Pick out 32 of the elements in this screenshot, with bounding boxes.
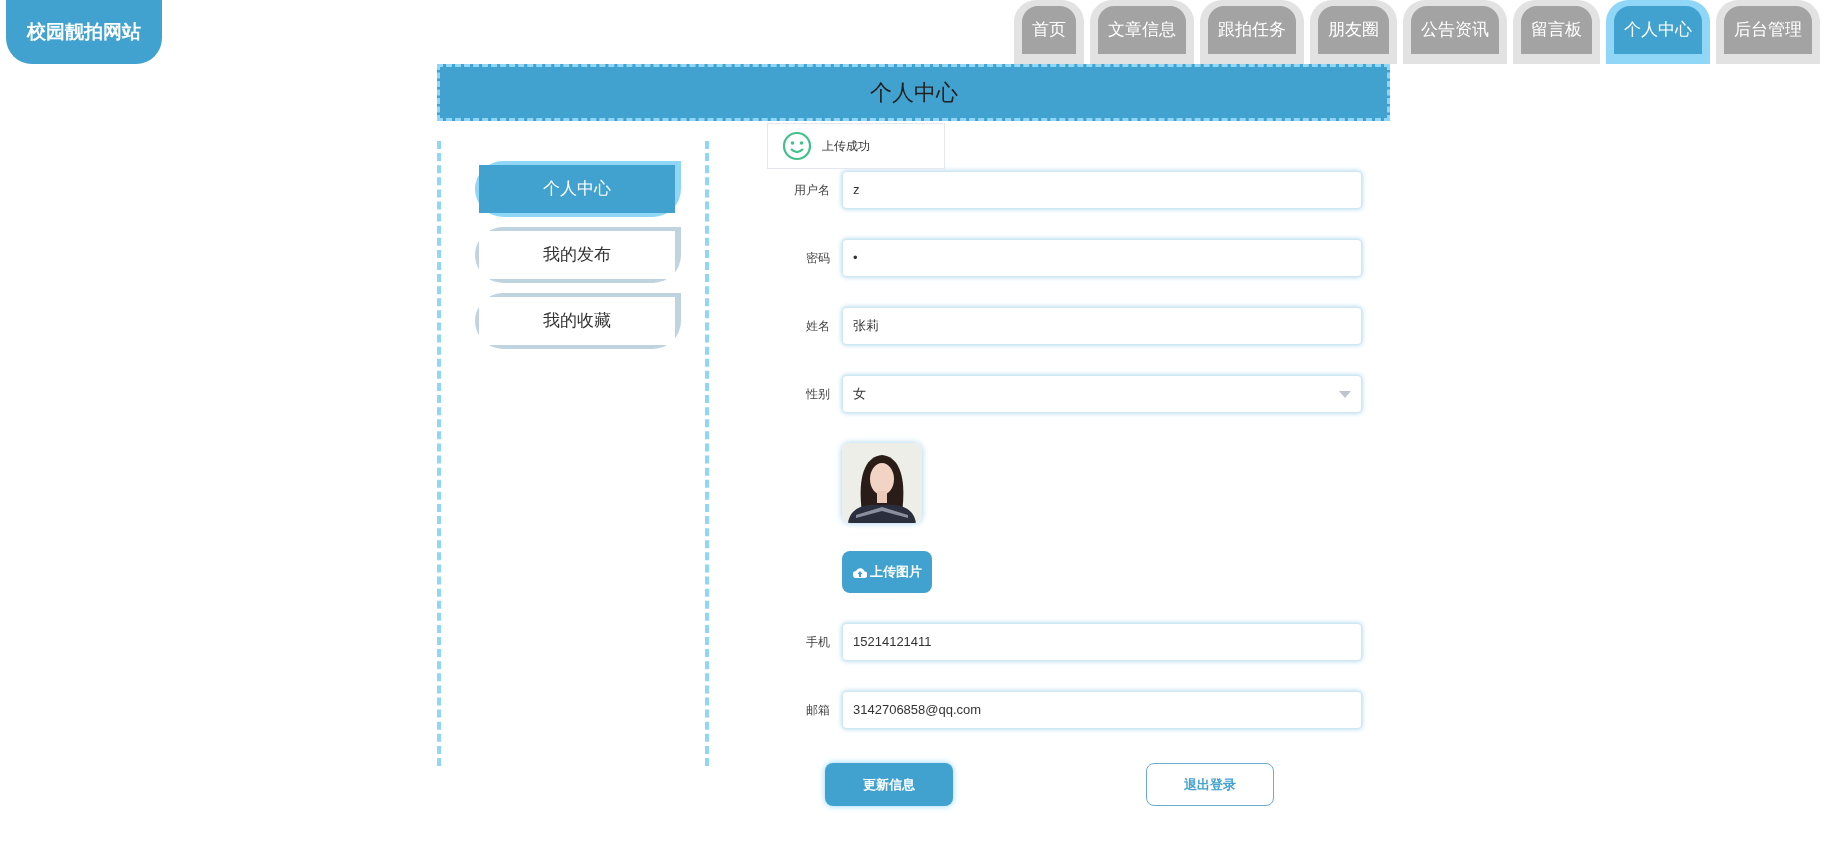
input-field[interactable]: • [842, 239, 1362, 277]
field-label: 用户名 [793, 182, 830, 199]
field-label: 手机 [805, 634, 830, 651]
nav-tab[interactable]: 文章信息 [1090, 0, 1194, 64]
side-menu-item[interactable]: 个人中心 [475, 161, 681, 217]
nav-tab[interactable]: 后台管理 [1716, 0, 1820, 64]
field-label: 邮箱 [805, 702, 830, 719]
cloud-upload-icon [852, 566, 867, 578]
select-field[interactable]: 女 [842, 375, 1362, 413]
input-field[interactable]: 15214121411 [842, 623, 1362, 661]
nav-tab[interactable]: 朋友圈 [1310, 0, 1397, 64]
upload-button[interactable]: 上传图片 [842, 551, 932, 593]
page-title: 个人中心 [869, 79, 958, 107]
site-logo[interactable]: 校园靓拍网站 [6, 0, 162, 64]
nav-tab[interactable]: 公告资讯 [1403, 0, 1507, 64]
side-menu-item[interactable]: 我的收藏 [475, 293, 681, 349]
form-button[interactable]: 退出登录 [1146, 763, 1274, 806]
caret-icon [1339, 390, 1351, 398]
input-field[interactable]: 3142706858@qq.com [842, 691, 1362, 729]
field-label: 密码 [805, 250, 830, 267]
toast-message: 上传成功 [822, 138, 870, 155]
input-field[interactable]: 张莉 [842, 307, 1362, 345]
nav-tab[interactable]: 跟拍任务 [1200, 0, 1304, 64]
field-label: 姓名 [805, 318, 830, 335]
side-menu-item[interactable]: 我的发布 [475, 227, 681, 283]
smiley-icon [782, 131, 812, 161]
field-label: 性别 [805, 386, 830, 403]
nav-tab[interactable]: 个人中心 [1606, 0, 1710, 64]
nav-tab[interactable]: 首页 [1014, 0, 1084, 64]
nav-tab[interactable]: 留言板 [1513, 0, 1600, 64]
input-field[interactable]: z [842, 171, 1362, 209]
form-button[interactable]: 更新信息 [825, 763, 953, 806]
